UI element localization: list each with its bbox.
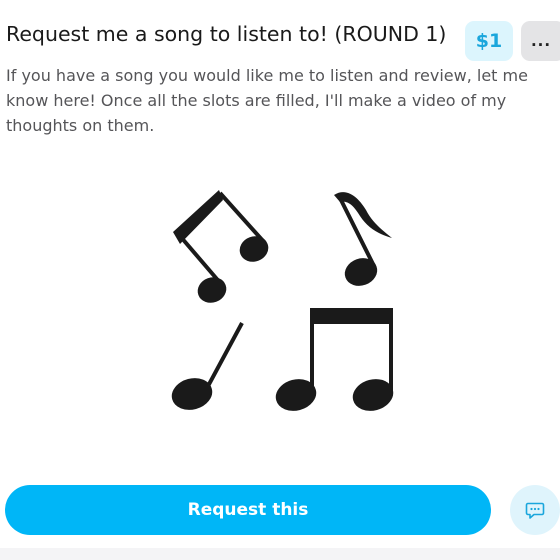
request-button-label: Request this: [187, 500, 309, 520]
request-card: Request me a song to listen to! (ROUND 1…: [0, 0, 560, 560]
eighth-note-icon: [173, 190, 269, 303]
price-badge[interactable]: $1: [465, 21, 513, 61]
card-title: Request me a song to listen to! (ROUND 1…: [6, 22, 447, 46]
more-options-button[interactable]: ...: [521, 21, 560, 61]
music-notes-icon: [171, 190, 394, 411]
more-options-icon: ...: [530, 32, 552, 50]
chat-bubble-icon: [525, 502, 545, 519]
request-this-button[interactable]: Request this: [5, 485, 491, 535]
chat-button[interactable]: [510, 485, 560, 535]
quarter-note-icon: [171, 322, 244, 410]
beamed-notes-icon: [275, 308, 394, 411]
bottom-divider: [0, 548, 560, 560]
card-description: If you have a song you would like me to …: [6, 66, 528, 135]
price-label: $1: [475, 30, 503, 52]
flag-note-icon: [334, 192, 392, 286]
